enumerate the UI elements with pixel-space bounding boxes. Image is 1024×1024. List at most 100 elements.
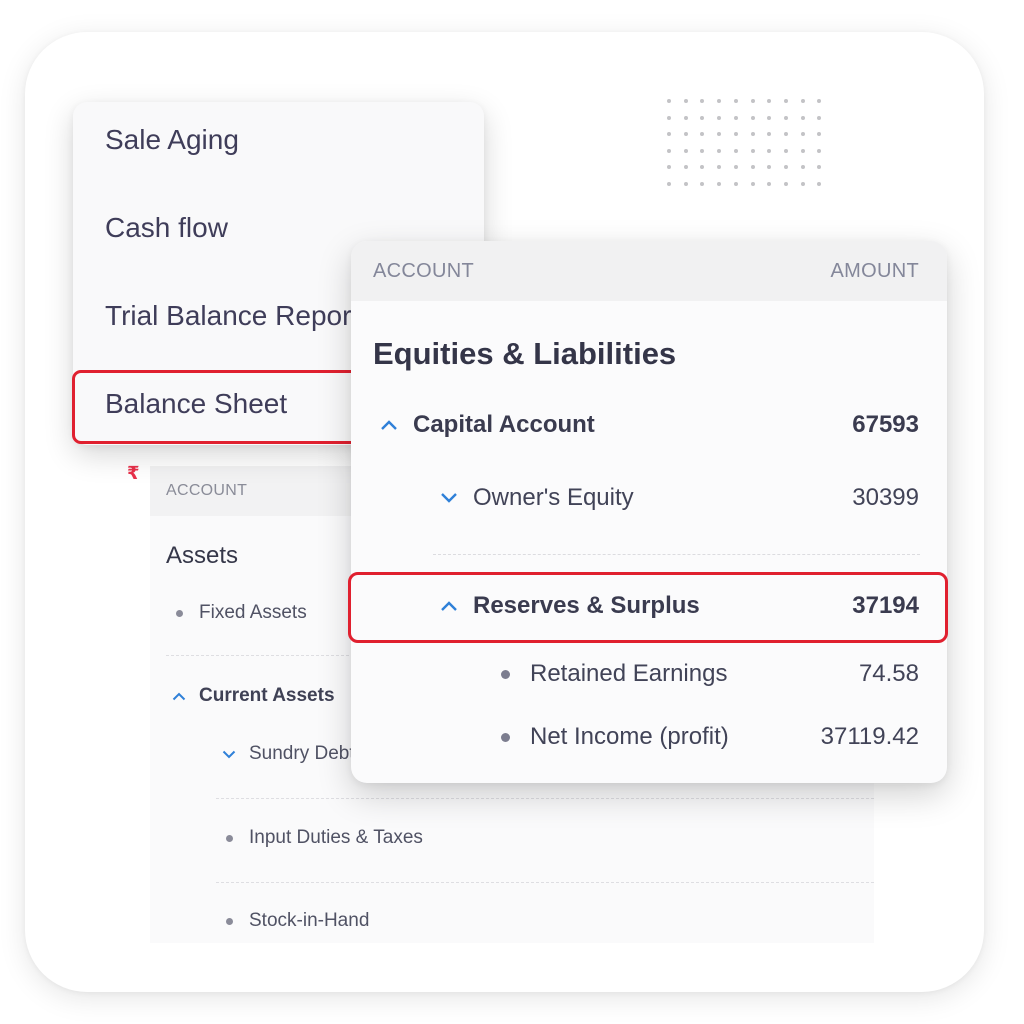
section-title-equities-liabilities: Equities & Liabilities [373, 336, 677, 371]
dot [717, 181, 722, 186]
dot [700, 115, 705, 120]
bullet-icon [176, 609, 183, 617]
row-label: Owner's Equity [473, 484, 634, 511]
dot [683, 132, 688, 136]
menu-item-trial-balance-report[interactable]: Trial Balance Report [105, 300, 359, 332]
reserves-surplus-highlight [348, 572, 948, 643]
dot [683, 115, 688, 120]
list-item-current-assets[interactable]: Current Assets [172, 685, 335, 707]
dot [683, 99, 688, 103]
dot [733, 165, 738, 169]
dot [717, 99, 722, 103]
row-amount: 30399 [852, 484, 919, 511]
dot [750, 181, 755, 186]
table-row-owners-equity[interactable]: Owner's Equity 30399 [351, 484, 919, 512]
dot [800, 181, 805, 186]
dot [700, 132, 705, 136]
dot [683, 181, 688, 186]
dot [683, 148, 688, 153]
bullet-icon [501, 732, 510, 742]
row-label: Current Assets [199, 685, 335, 706]
dot [750, 148, 755, 153]
table-row-retained-earnings[interactable]: Retained Earnings 74.58 [351, 660, 919, 688]
dot [667, 132, 671, 136]
row-amount: 37119.42 [820, 723, 919, 750]
rupee-icon: ₹ [127, 463, 140, 483]
dot [700, 99, 705, 103]
dot [717, 165, 722, 169]
dot [733, 181, 738, 186]
row-amount: 67593 [852, 411, 919, 438]
column-header-amount: AMOUNT [830, 259, 919, 282]
bullet-icon [501, 669, 510, 679]
row-label: Stock-in-Hand [249, 910, 370, 931]
chevron-down-icon[interactable] [439, 492, 459, 504]
chevron-down-icon[interactable] [222, 750, 236, 759]
dot [817, 99, 822, 103]
dot [767, 181, 772, 186]
dot [667, 148, 671, 153]
dot [800, 132, 805, 136]
dot [800, 165, 805, 169]
section-title-assets: Assets [166, 542, 239, 569]
dot [683, 165, 688, 169]
dot [817, 148, 822, 153]
dot [817, 165, 822, 169]
dot [767, 148, 772, 153]
dot [783, 165, 788, 169]
table-row-capital-account[interactable]: Capital Account 67593 [351, 411, 919, 439]
dot [767, 115, 772, 120]
dot [750, 99, 755, 103]
dot [700, 148, 705, 153]
dot [783, 132, 788, 136]
dot [783, 115, 788, 120]
dot [733, 148, 738, 153]
dot [717, 148, 722, 153]
dot [750, 115, 755, 120]
menu-item-cash-flow[interactable]: Cash flow [105, 212, 228, 244]
dot [800, 148, 805, 153]
table-header: ACCOUNT AMOUNT [351, 241, 947, 301]
dot [733, 115, 738, 120]
column-header-account: ACCOUNT [166, 482, 248, 499]
row-divider [216, 882, 874, 883]
dot [717, 132, 722, 136]
dot [817, 181, 822, 186]
dot [667, 99, 671, 103]
row-divider [433, 554, 920, 555]
row-amount: 74.58 [858, 660, 919, 687]
equities-liabilities-card: ACCOUNT AMOUNT Equities & Liabilities Ca… [351, 241, 947, 783]
dot-grid-decoration [667, 99, 827, 191]
list-item-input-duties-taxes[interactable]: Input Duties & Taxes [226, 827, 423, 849]
list-item-stock-in-hand[interactable]: Stock-in-Hand [226, 910, 369, 932]
row-label: Fixed Assets [199, 602, 307, 623]
column-header-account: ACCOUNT [373, 259, 474, 282]
dot [817, 115, 822, 120]
chevron-up-icon[interactable] [379, 419, 399, 431]
row-label: Input Duties & Taxes [249, 827, 423, 848]
row-divider [216, 798, 874, 799]
bullet-icon [226, 834, 233, 842]
dot [767, 165, 772, 169]
dot [783, 181, 788, 186]
dot [667, 115, 671, 120]
dot [717, 115, 722, 120]
dot [800, 99, 805, 103]
table-row-net-income[interactable]: Net Income (profit) 37119.42 [351, 723, 919, 751]
row-label: Retained Earnings [530, 660, 728, 687]
dot [783, 99, 788, 103]
dot [750, 165, 755, 169]
list-item-fixed-assets[interactable]: Fixed Assets [176, 602, 307, 624]
dot [800, 115, 805, 120]
dot [733, 132, 738, 136]
dot [767, 99, 772, 103]
chevron-up-icon[interactable] [172, 692, 186, 701]
dot [783, 148, 788, 153]
dot [733, 99, 738, 103]
row-label: Net Income (profit) [530, 723, 729, 750]
menu-item-sale-aging[interactable]: Sale Aging [105, 124, 239, 156]
dot [817, 132, 822, 136]
dot [700, 165, 705, 169]
dot [750, 132, 755, 136]
row-label: Capital Account [413, 411, 595, 438]
